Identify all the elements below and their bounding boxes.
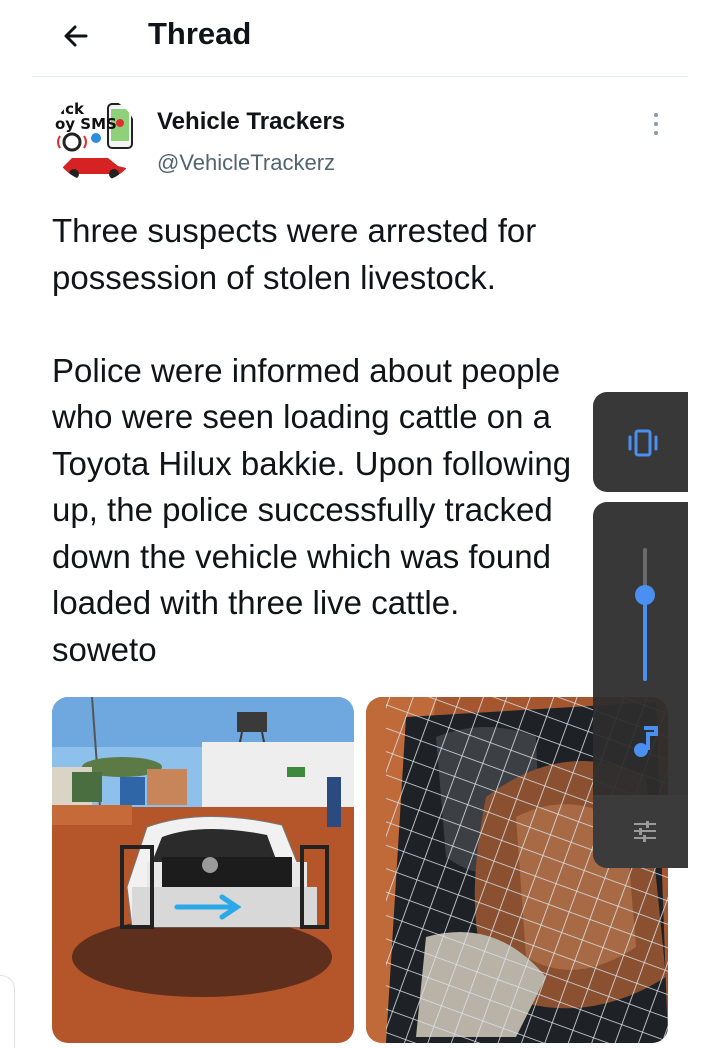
- tweet-line: Police were informed about people: [52, 351, 561, 389]
- arrow-left-icon: [64, 25, 88, 47]
- more-options-button[interactable]: [642, 110, 670, 138]
- page-title: Thread: [148, 16, 252, 51]
- top-bar: Thread: [0, 0, 720, 76]
- header-divider: [32, 76, 688, 77]
- vibrate-mode-button[interactable]: [625, 425, 661, 461]
- music-note-icon: [634, 726, 658, 757]
- tweet-line-gap: [52, 301, 692, 348]
- vibrate-icon: [628, 429, 658, 457]
- avatar[interactable]: ack oy SMS: [52, 96, 138, 182]
- back-button[interactable]: [56, 14, 100, 58]
- author-name[interactable]: Vehicle Trackers: [157, 108, 345, 136]
- sound-settings-button[interactable]: [631, 818, 659, 844]
- author-handle[interactable]: @VehicleTrackerz: [157, 150, 335, 176]
- avatar-logo-text: ack oy SMS: [55, 100, 117, 133]
- floating-tab-edge: [0, 975, 15, 1048]
- tweet-line: possession of stolen livestock.: [52, 258, 496, 296]
- volume-slider-thumb[interactable]: [635, 584, 655, 605]
- media-photo-truck[interactable]: [52, 697, 354, 1043]
- more-vertical-icon: [654, 113, 658, 135]
- tweet-line: Three suspects were arrested for: [52, 212, 537, 249]
- truck-photo-image: [52, 697, 354, 1043]
- media-volume-button[interactable]: [630, 724, 660, 758]
- equalizer-icon: [634, 821, 656, 842]
- volume-slider-fill: [643, 594, 647, 681]
